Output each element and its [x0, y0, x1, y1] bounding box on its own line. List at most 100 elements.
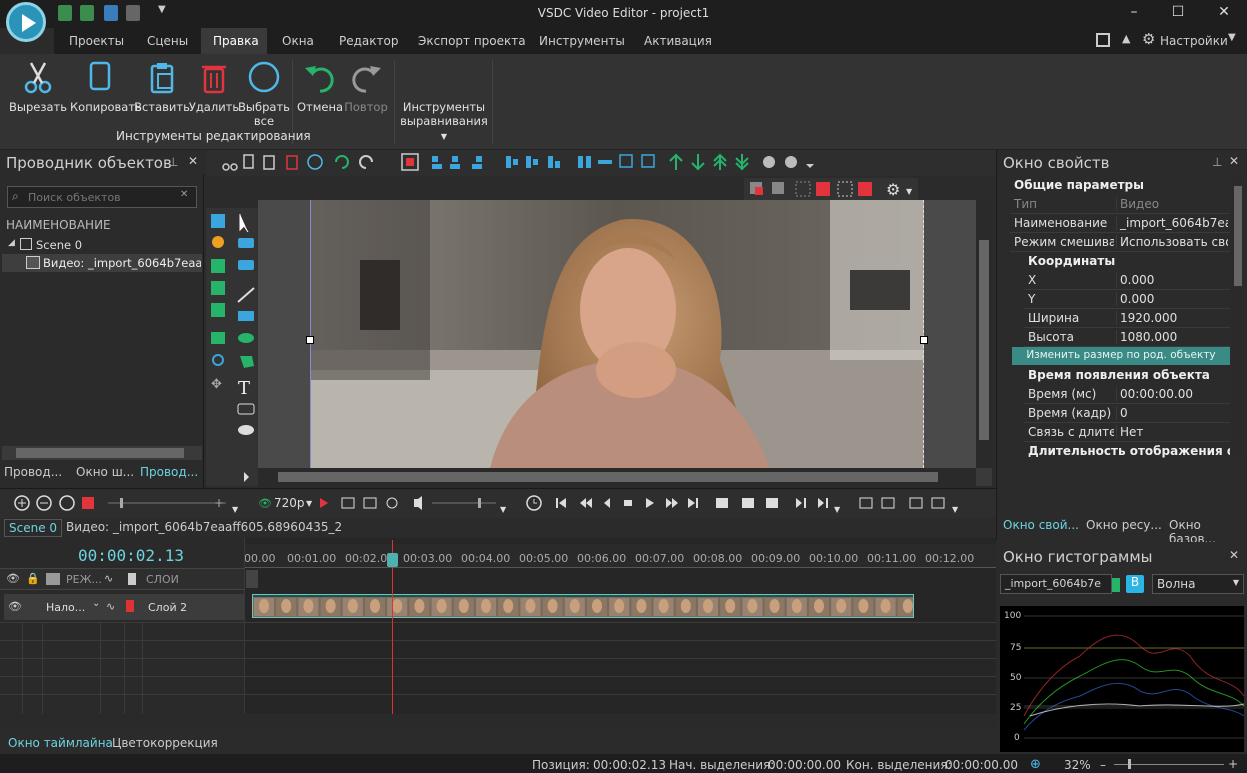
- zoom-in-status-icon[interactable]: +: [1228, 757, 1238, 771]
- tree-item-scene[interactable]: Scene 0: [36, 238, 82, 252]
- resize-handle[interactable]: [920, 336, 928, 344]
- menu-windows[interactable]: Окна: [282, 34, 314, 48]
- prop-blend-value[interactable]: Использовать свойс: [1116, 235, 1228, 249]
- menu-scenes[interactable]: Сцены: [147, 34, 188, 48]
- menu-editor[interactable]: Редактор: [339, 34, 398, 48]
- section-coords[interactable]: Координаты: [1000, 252, 1230, 271]
- minimize-button[interactable]: –: [1124, 4, 1144, 22]
- layer-blend-mode[interactable]: Нало...: [46, 601, 85, 614]
- section-time[interactable]: Время появления объекта: [1000, 366, 1230, 385]
- copy-button[interactable]: Копировать: [70, 60, 142, 114]
- playhead-handle[interactable]: [387, 553, 398, 567]
- tab-explorer-active[interactable]: Провод...: [140, 465, 202, 487]
- prop-time-ms[interactable]: Время (мс) 00:00:00.00: [1024, 385, 1230, 404]
- tab-resources[interactable]: Окно ресу...: [1086, 518, 1162, 540]
- insert-tools-icons[interactable]: ✥ T: [206, 208, 258, 486]
- paste-button[interactable]: Вставить: [132, 60, 192, 114]
- prop-link[interactable]: Связь с длителНет: [1024, 423, 1230, 442]
- tab-properties[interactable]: Окно свой...: [1003, 518, 1079, 540]
- prop-time-frame[interactable]: Время (кадр) 0: [1024, 404, 1230, 423]
- close-panel-icon[interactable]: ✕: [1229, 548, 1239, 562]
- prop-height-value[interactable]: 1080.000: [1116, 330, 1228, 344]
- menu-expand-icon[interactable]: ▼: [1228, 32, 1236, 43]
- object-tools-toolbar[interactable]: ⚙ ▼: [744, 178, 918, 200]
- ruler-label: 00:01.00: [287, 552, 337, 565]
- search-input[interactable]: [28, 189, 178, 205]
- canvas-vscrollbar[interactable]: [976, 200, 992, 468]
- layer-blend-dropdown-icon[interactable]: ⌄: [92, 598, 100, 609]
- prop-x-value[interactable]: 0.000: [1116, 273, 1228, 287]
- tab-object-explorer[interactable]: Провод...: [4, 465, 70, 487]
- settings-gear-icon[interactable]: ⚙: [1142, 30, 1155, 48]
- close-panel-icon[interactable]: ✕: [188, 154, 198, 168]
- lock-icon[interactable]: 🔒: [26, 572, 40, 585]
- tab-template-window[interactable]: Окно ш...: [76, 465, 138, 487]
- playback-controls[interactable]: + ▼ 👁 ▼ ▼ ▼ ▼: [0, 488, 996, 518]
- section-general[interactable]: Общие параметры: [1000, 176, 1230, 195]
- close-panel-icon[interactable]: ✕: [1229, 154, 1239, 168]
- prop-blend[interactable]: Режим смешиванИспользовать свойс: [1010, 233, 1230, 252]
- layer-name[interactable]: Слой 2: [148, 601, 187, 614]
- menu-export[interactable]: Экспорт проекта: [418, 34, 526, 48]
- canvas-hscrollbar[interactable]: [258, 468, 976, 486]
- settings-button[interactable]: Настройки: [1160, 34, 1228, 48]
- menu-projects[interactable]: Проекты: [69, 34, 124, 48]
- canvas-corner-icon[interactable]: [976, 468, 992, 486]
- close-window-button[interactable]: ✕: [1214, 4, 1234, 22]
- tree-item-video[interactable]: Видео: _import_6064b7eaaff60: [43, 256, 201, 270]
- tab-scene[interactable]: Scene 0: [4, 519, 63, 537]
- zoom-out-status-icon[interactable]: –: [1100, 758, 1106, 772]
- layer-visibility-icon[interactable]: 👁: [8, 600, 22, 613]
- redo-button[interactable]: Повтор: [336, 60, 396, 114]
- channel-b-toggle[interactable]: B: [1126, 575, 1144, 593]
- prop-width[interactable]: Ширина 1920.000: [1024, 309, 1230, 328]
- align-tools-button[interactable]: Инструменты выравнивания ▼: [398, 100, 490, 142]
- maximize-button[interactable]: ☐: [1168, 4, 1188, 22]
- video-preview[interactable]: [310, 200, 924, 468]
- tab-timeline[interactable]: Окно таймлайна: [8, 736, 113, 750]
- prop-y-value[interactable]: 0.000: [1116, 292, 1228, 306]
- timeline-hscrollbar[interactable]: [0, 714, 996, 730]
- prop-width-value[interactable]: 1920.000: [1116, 311, 1228, 325]
- properties-scrollbar[interactable]: [1232, 176, 1244, 456]
- section-duration[interactable]: Длительность отображения объек: [1000, 442, 1230, 461]
- explorer-hscrollbar[interactable]: [2, 446, 202, 460]
- channel-g-toggle[interactable]: [1112, 578, 1120, 592]
- histogram-source-select[interactable]: _import_6064b7e: [1000, 574, 1112, 594]
- prop-time-ms-value[interactable]: 00:00:00.00: [1116, 387, 1228, 401]
- expand-arrow-icon[interactable]: ◢: [8, 238, 15, 248]
- cut-button[interactable]: Вырезать: [8, 60, 68, 114]
- histogram-mode-select[interactable]: Волна ▼: [1152, 574, 1244, 594]
- prop-y[interactable]: Y 0.000: [1024, 290, 1230, 309]
- menu-tools[interactable]: Инструменты: [539, 34, 625, 48]
- step-back-icon: [604, 498, 610, 508]
- tab-basic-effects[interactable]: Окно базов...: [1169, 518, 1247, 546]
- quality-select[interactable]: 720p: [274, 496, 305, 510]
- prop-name[interactable]: Наименование _import_6064b7eaaff6: [1010, 214, 1230, 233]
- select-all-button[interactable]: Выбрать все: [234, 60, 294, 128]
- prop-x[interactable]: X 0.000: [1024, 271, 1230, 290]
- prop-height[interactable]: Высота 1080.000: [1024, 328, 1230, 347]
- fit-screen-icon[interactable]: ⊕: [1030, 757, 1041, 772]
- prop-link-value[interactable]: Нет: [1116, 425, 1228, 439]
- prop-time-frame-value[interactable]: 0: [1116, 406, 1228, 420]
- clear-search-icon[interactable]: ✕: [180, 189, 188, 200]
- collapse-ribbon-icon[interactable]: ▲: [1122, 32, 1130, 45]
- menu-edit[interactable]: Правка: [213, 34, 259, 48]
- pin-icon[interactable]: ⊥: [168, 155, 178, 169]
- resize-handle[interactable]: [306, 336, 314, 344]
- visibility-eye-icon[interactable]: 👁: [6, 572, 20, 585]
- resize-to-parent-button[interactable]: Изменить размер по род. объекту: [1012, 347, 1230, 365]
- clip-frame-face: [303, 599, 314, 613]
- editing-toolbar-icons[interactable]: [206, 150, 816, 176]
- video-clip[interactable]: [252, 594, 914, 618]
- tab-color-correction[interactable]: Цветокоррекция: [112, 736, 218, 750]
- tab-video-object[interactable]: Видео: _import_6064b7eaaff605.68960435_2: [66, 520, 342, 534]
- prop-name-value[interactable]: _import_6064b7eaaff6: [1116, 216, 1228, 230]
- menu-activation[interactable]: Активация: [644, 34, 712, 48]
- layout-icon[interactable]: [1096, 33, 1110, 47]
- layer-row[interactable]: [4, 594, 244, 620]
- pin-icon[interactable]: ⊥: [1212, 155, 1222, 169]
- zoom-status-thumb[interactable]: [1128, 759, 1131, 769]
- search-box[interactable]: ⌕ ✕: [7, 186, 197, 208]
